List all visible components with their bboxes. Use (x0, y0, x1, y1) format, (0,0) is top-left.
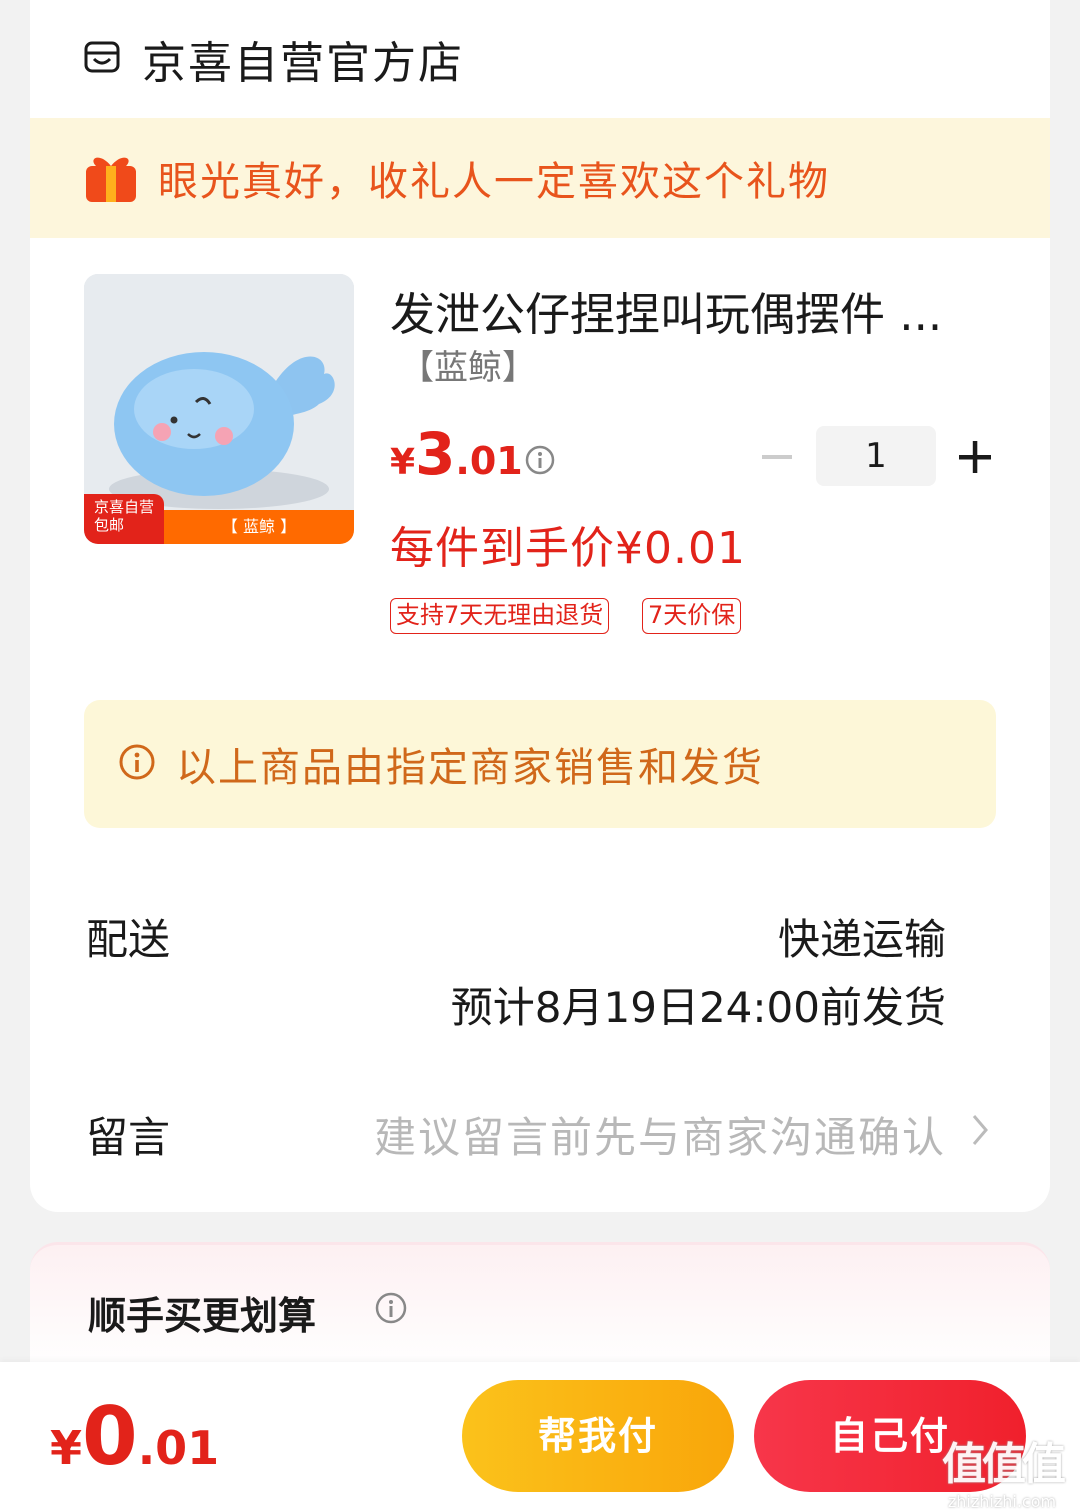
image-badge-line1: 京喜自营 (94, 498, 155, 516)
product-title[interactable]: 发泄公仔捏捏叫玩偶摆件 ... (390, 278, 990, 343)
seller-notice-text: 以上商品由指定商家销售和发货 (176, 745, 764, 791)
order-card: 京喜自营官方店 眼光真好，收礼人一定喜欢这个礼物 京喜自营 包邮 【 蓝鲸 】 … (30, 0, 1050, 1212)
total-price: ¥0.01 (50, 1390, 219, 1483)
price-integer: 3 (415, 420, 456, 488)
upsell-title: 顺手买更划算 (88, 1294, 317, 1338)
price-decimal: .01 (455, 439, 523, 483)
help-pay-button[interactable]: 帮我付 (462, 1380, 734, 1492)
product-price: ¥3.01 (390, 420, 523, 488)
total-currency: ¥ (50, 1421, 83, 1475)
watermark-logo: 值值值 (942, 1439, 1066, 1490)
final-price: 每件到手价¥0.01 (390, 523, 746, 574)
product-variant: 【蓝鲸】 (400, 348, 536, 388)
gift-banner-text: 眼光真好，收礼人一定喜欢这个礼物 (158, 159, 830, 205)
total-integer: 0 (82, 1390, 138, 1483)
price-protect-tag: 7天价保 (642, 598, 742, 634)
return-policy-tag: 支持7天无理由退货 (390, 598, 610, 634)
image-badge: 京喜自营 包邮 (84, 494, 164, 544)
image-badge-line2: 包邮 (94, 516, 125, 534)
total-decimal: .01 (137, 1421, 220, 1475)
gift-banner: 眼光真好，收礼人一定喜欢这个礼物 (30, 118, 1050, 238)
shop-icon (82, 37, 142, 81)
delivery-label: 配送 (86, 915, 171, 964)
info-icon (118, 743, 176, 785)
price-currency: ¥ (390, 442, 416, 483)
product-image[interactable]: 京喜自营 包邮 【 蓝鲸 】 (84, 274, 354, 544)
shop-header[interactable]: 京喜自营官方店 (30, 0, 1050, 118)
quantity-stepper[interactable]: 1 (816, 426, 936, 486)
shop-name: 京喜自营官方店 (142, 38, 464, 89)
watermark: 值值值 zhizhizhi.com (932, 1428, 1072, 1512)
message-label: 留言 (86, 1113, 171, 1162)
message-input[interactable]: 建议留言前先与商家沟通确认 (374, 1104, 946, 1165)
bottom-bar: ¥0.01 帮我付 自己付 (0, 1362, 1080, 1512)
gift-icon (82, 148, 158, 208)
watermark-url: zhizhizhi.com (947, 1492, 1057, 1511)
delivery-method[interactable]: 快递运输 (778, 906, 946, 967)
image-strip: 【 蓝鲸 】 (164, 510, 354, 544)
seller-notice: 以上商品由指定商家销售和发货 (84, 700, 996, 828)
delivery-eta: 预计8月19日24:00前发货 (450, 983, 946, 1032)
